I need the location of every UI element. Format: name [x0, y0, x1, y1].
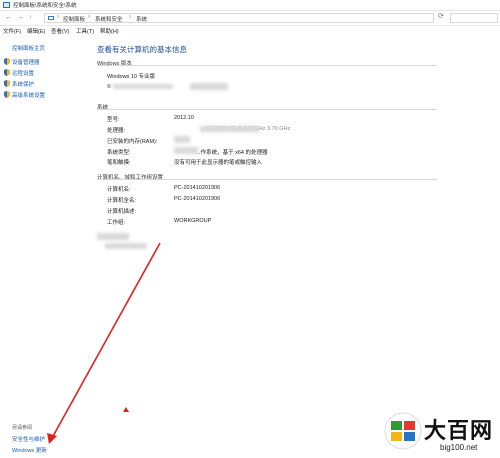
annotation-arrow: [47, 242, 161, 444]
watermark-logo: 大百网 big100.net: [380, 408, 500, 458]
watermark-brand: 大百网: [424, 419, 494, 444]
watermark-url: big100.net: [440, 443, 478, 452]
logo-icon: [384, 412, 422, 450]
